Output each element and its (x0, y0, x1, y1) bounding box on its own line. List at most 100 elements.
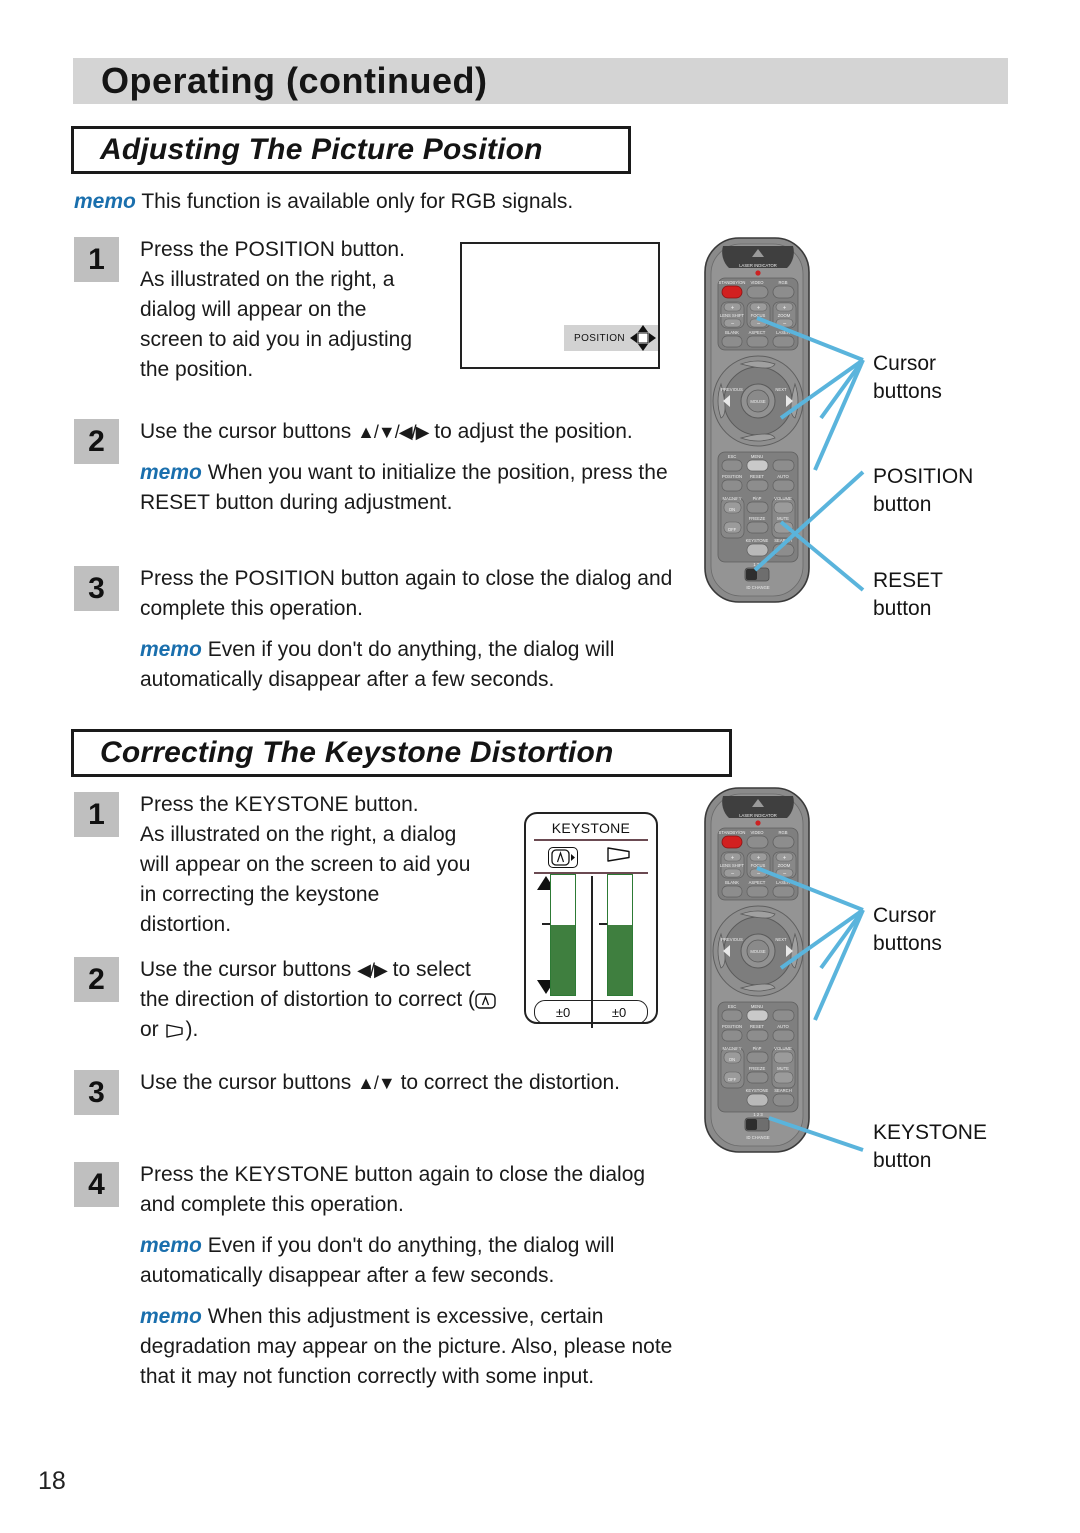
callout-cursor-buttons-2: Cursor buttons (873, 902, 942, 958)
memo-label: memo (140, 1234, 202, 1257)
osd-bar-right (606, 874, 633, 996)
step-position-3: 3 Press the POSITION button again to clo… (74, 564, 674, 695)
osd-keystone-dialog-illustration: KEYSTONE ±0 ±0 (524, 812, 658, 1028)
svg-text:ON: ON (729, 1057, 735, 1062)
svg-text:−: − (731, 322, 735, 328)
step-memo: memo When you want to initialize the pos… (140, 458, 674, 518)
cursor-arrows-icon: ◀/▶ (357, 960, 388, 980)
svg-text:BLANK: BLANK (725, 880, 739, 885)
osd-keystone-bars (534, 874, 648, 1028)
callout-line: buttons (873, 380, 942, 403)
step-memo: memo When this adjustment is excessive, … (140, 1302, 674, 1392)
step-text: Press the KEYSTONE button. As illustrate… (140, 790, 470, 940)
step-text-before: Use the cursor buttons (140, 420, 358, 443)
svg-text:MAGNIFY: MAGNIFY (722, 1046, 741, 1051)
callout-line: button (873, 493, 932, 516)
step-text: Use the cursor buttons ◀/▶ to select the… (140, 955, 504, 1045)
osd-keystone-horizontal-cell (591, 845, 648, 869)
memo-label: memo (140, 638, 202, 661)
keystone-horizontal-icon (606, 845, 633, 869)
step-memo: memo Even if you don't do anything, the … (140, 1231, 674, 1291)
step-text-after: to adjust the position. (428, 420, 633, 443)
osd-bar-cell-right (591, 874, 648, 996)
page-number: 18 (38, 1467, 66, 1495)
step-line: Press the KEYSTONE button again to close… (140, 1163, 646, 1216)
step-line: dialog will appear on the (140, 298, 367, 321)
svg-text:VIDEO: VIDEO (750, 830, 764, 835)
memo-text: Even if you don't do anything, the dialo… (140, 1234, 615, 1287)
step-text-before: Use the cursor buttons (140, 1071, 358, 1094)
osd-bar-fill (607, 925, 632, 995)
step-number: 4 (74, 1162, 119, 1207)
osd-bar-fill (550, 925, 575, 995)
step-number: 3 (74, 566, 119, 611)
osd-position-label: POSITION (574, 332, 625, 344)
step-keystone-1: 1 Press the KEYSTONE button. As illustra… (74, 790, 514, 940)
callout-line: RESET (873, 569, 944, 592)
svg-text:POSITION: POSITION (722, 1024, 742, 1029)
step-keystone-4: 4 Press the KEYSTONE button again to clo… (74, 1160, 674, 1392)
osd-divider (534, 839, 648, 841)
svg-text:POSITION: POSITION (722, 474, 742, 479)
callout-lines-position (753, 316, 865, 592)
cursor-arrows-icon: ▲/▼/◀/▶ (357, 422, 429, 442)
memo-text: Even if you don't do anything, the dialo… (140, 638, 615, 691)
step-number: 1 (74, 237, 119, 282)
keystone-vertical-icon (475, 988, 496, 1009)
callout-line: button (873, 597, 932, 620)
svg-text:RGB: RGB (778, 830, 787, 835)
step-memo: memo Even if you don't do anything, the … (140, 635, 674, 695)
memo-label: memo (140, 461, 202, 484)
osd-value-right: ±0 (611, 1004, 627, 1020)
callout-line: buttons (873, 932, 942, 955)
step-number: 3 (74, 1070, 119, 1115)
callout-keystone-button: KEYSTONE button (873, 1119, 987, 1175)
step-line: Press the KEYSTONE button. (140, 793, 419, 816)
osd-keystone-title: KEYSTONE (551, 820, 631, 836)
svg-text:PREVIOUS: PREVIOUS (721, 387, 743, 392)
memo-label: memo (140, 1305, 202, 1328)
step-text-or: or (140, 1018, 165, 1041)
cursor-arrows-icon: ▲/▼ (357, 1073, 396, 1093)
osd-bar-left (549, 874, 576, 996)
step-number: 1 (74, 792, 119, 837)
section-title-correcting-keystone-distortion: Correcting The Keystone Distortion (100, 736, 614, 769)
svg-text:+: + (731, 306, 735, 312)
callout-position-button: POSITION button (873, 463, 973, 519)
step-line: As illustrated on the right, a (140, 268, 395, 291)
svg-text:BLANK: BLANK (725, 330, 739, 335)
step-text: Press the KEYSTONE button again to close… (140, 1160, 674, 1392)
memo-lead-text: This function is available only for RGB … (141, 190, 574, 213)
step-line: Press the POSITION button. (140, 238, 405, 261)
keystone-horizontal-icon (165, 1018, 186, 1038)
step-text: Use the cursor buttons ▲/▼ to correct th… (140, 1068, 620, 1098)
memo-lead-rgb-signals: memo This function is available only for… (74, 188, 573, 216)
osd-bar-cell-left (534, 874, 591, 996)
osd-position-badge: POSITION (564, 325, 658, 351)
callout-line: POSITION (873, 465, 974, 488)
callout-line: button (873, 1149, 932, 1172)
svg-text:LENS SHIFT: LENS SHIFT (720, 863, 745, 868)
svg-text:STANDBY/ON: STANDBY/ON (719, 830, 746, 835)
svg-text:OFF: OFF (728, 527, 737, 532)
memo-text: When you want to initialize the position… (140, 461, 668, 514)
callout-line: Cursor (873, 904, 937, 927)
svg-text:ESC: ESC (728, 1004, 737, 1009)
svg-text:LASER INDICATOR: LASER INDICATOR (739, 813, 777, 818)
callout-cursor-buttons-1: Cursor buttons (873, 350, 942, 406)
svg-text:PREVIOUS: PREVIOUS (721, 937, 743, 942)
page-header: Operating (continued) (73, 58, 1008, 104)
step-line: will appear on the screen to aid you (140, 853, 471, 876)
svg-text:RGB: RGB (778, 280, 787, 285)
page-title: Operating (continued) (101, 60, 488, 101)
memo-label: memo (74, 190, 136, 213)
step-line: in correcting the keystone (140, 883, 380, 906)
svg-text:LASER INDICATOR: LASER INDICATOR (739, 263, 777, 268)
step-line: Use the cursor buttons ◀/▶ to select the… (140, 955, 504, 1045)
step-keystone-2: 2 Use the cursor buttons ◀/▶ to select t… (74, 955, 504, 1045)
step-text: Press the POSITION button again to close… (140, 564, 674, 695)
svg-text:VIDEO: VIDEO (750, 280, 764, 285)
svg-text:OFF: OFF (728, 1077, 737, 1082)
memo-text: When this adjustment is excessive, certa… (140, 1305, 673, 1388)
step-number: 2 (74, 957, 119, 1002)
